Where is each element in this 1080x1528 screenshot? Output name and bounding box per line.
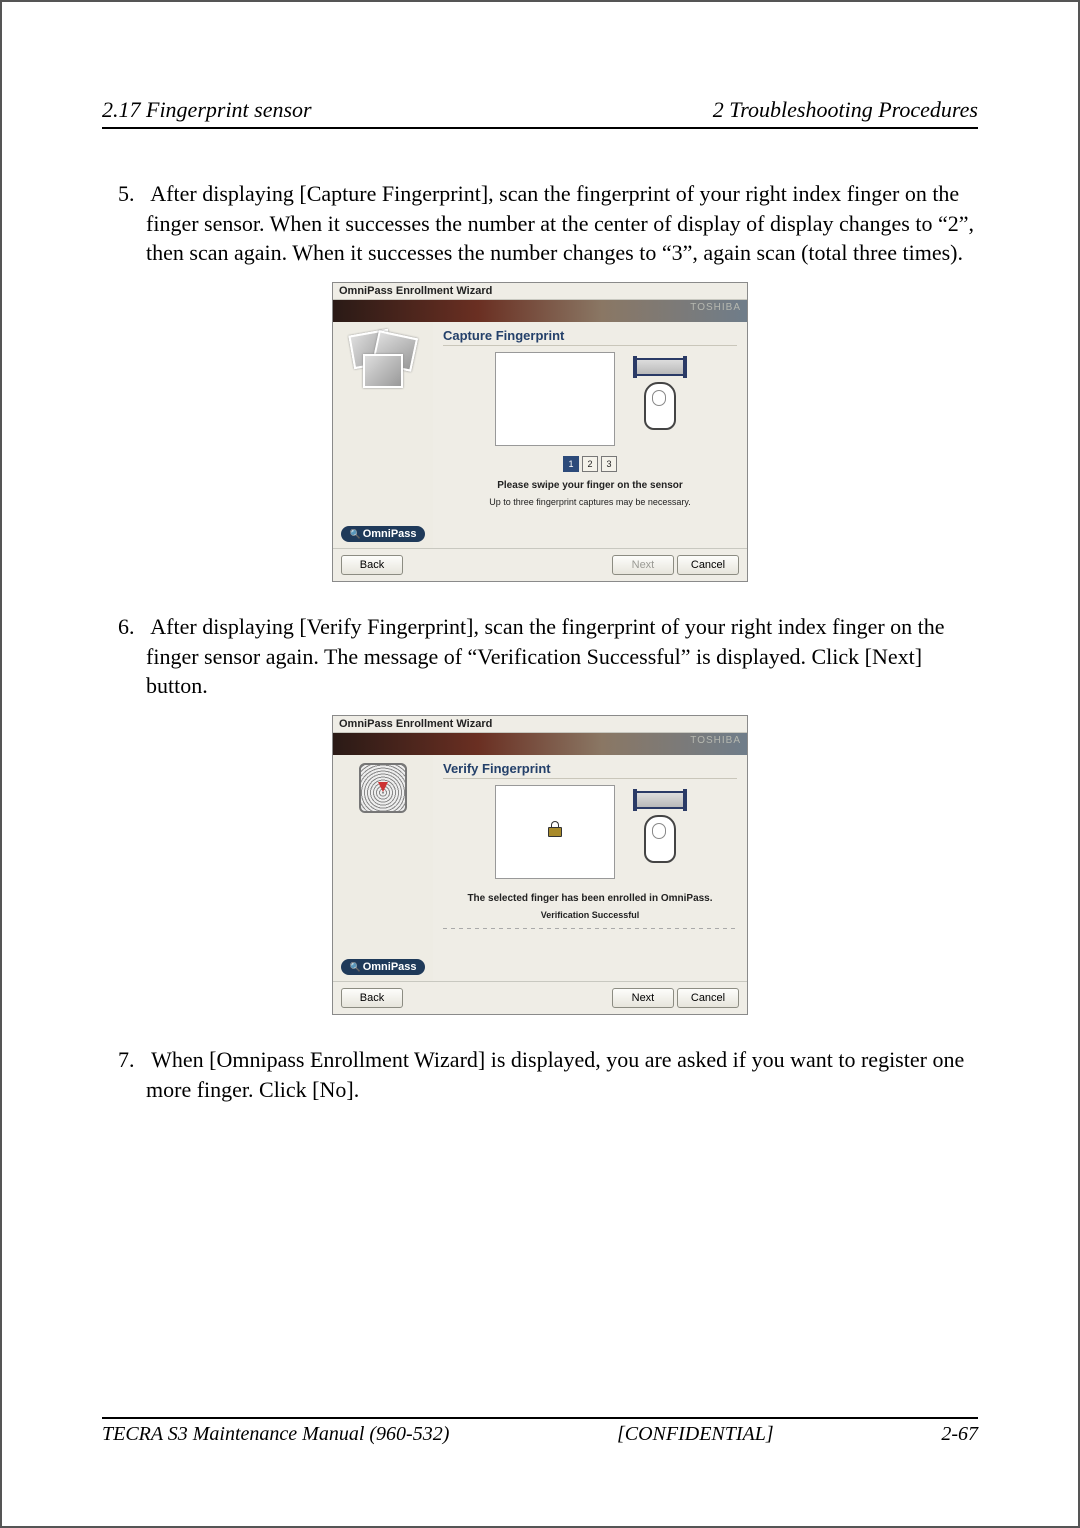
page-header: 2.17 Fingerprint sensor 2 Troubleshootin… bbox=[102, 97, 978, 129]
counter-3: 3 bbox=[601, 456, 617, 472]
header-chapter: 2 Troubleshooting Procedures bbox=[713, 97, 978, 123]
fingerprint-preview bbox=[495, 352, 615, 446]
wizard-main: Capture Fingerprint 1 2 3 Plea bbox=[433, 322, 747, 548]
wizard-window: OmniPass Enrollment Wizard TOSHIBA OmniP… bbox=[332, 715, 748, 1015]
finger-icon bbox=[644, 382, 676, 430]
wizard-message: Please swipe your finger on the sensor bbox=[443, 480, 737, 491]
window-title: OmniPass Enrollment Wizard bbox=[333, 716, 747, 733]
step-text: When [Omnipass Enrollment Wizard] is dis… bbox=[146, 1047, 964, 1102]
omnipass-badge: OmniPass bbox=[341, 959, 424, 975]
capture-counter: 1 2 3 bbox=[443, 456, 737, 472]
step-number: 5. bbox=[118, 179, 146, 209]
wizard-subtext: Verification Successful bbox=[443, 910, 737, 920]
omnipass-badge: OmniPass bbox=[341, 526, 424, 542]
counter-2: 2 bbox=[582, 456, 598, 472]
wizard-heading: Verify Fingerprint bbox=[443, 761, 737, 776]
wizard-window: OmniPass Enrollment Wizard TOSHIBA OmniP… bbox=[332, 282, 748, 582]
wizard-footer: Back Next Cancel bbox=[333, 981, 747, 1014]
sensor-icon bbox=[635, 791, 685, 809]
next-button[interactable]: Next bbox=[612, 988, 674, 1008]
wizard-sidebar: OmniPass bbox=[333, 755, 433, 981]
footer-manual: TECRA S3 Maintenance Manual (960-532) bbox=[102, 1423, 449, 1446]
cancel-button[interactable]: Cancel bbox=[677, 555, 739, 575]
wizard-verify-screenshot: OmniPass Enrollment Wizard TOSHIBA OmniP… bbox=[102, 715, 978, 1015]
step-6: 6. After displaying [Verify Fingerprint]… bbox=[102, 612, 978, 701]
footer-confidential: [CONFIDENTIAL] bbox=[617, 1423, 774, 1446]
step-number: 6. bbox=[118, 612, 146, 642]
window-title: OmniPass Enrollment Wizard bbox=[333, 283, 747, 300]
wizard-message: The selected finger has been enrolled in… bbox=[443, 893, 737, 904]
wizard-capture-screenshot: OmniPass Enrollment Wizard TOSHIBA OmniP… bbox=[102, 282, 978, 582]
footer-page-number: 2-67 bbox=[941, 1423, 978, 1446]
wizard-body: OmniPass Capture Fingerprint 1 2 bbox=[333, 322, 747, 548]
manual-page: 2.17 Fingerprint sensor 2 Troubleshootin… bbox=[0, 0, 1080, 1528]
step-5: 5. After displaying [Capture Fingerprint… bbox=[102, 179, 978, 268]
step-text: After displaying [Capture Fingerprint], … bbox=[146, 181, 974, 265]
wizard-sidebar: OmniPass bbox=[333, 322, 433, 548]
back-button[interactable]: Back bbox=[341, 988, 403, 1008]
step-text: After displaying [Verify Fingerprint], s… bbox=[146, 614, 945, 698]
fingerprint-arrow-icon bbox=[359, 763, 407, 813]
wizard-subtext: Up to three fingerprint captures may be … bbox=[443, 497, 737, 507]
next-button[interactable]: Next bbox=[612, 555, 674, 575]
wizard-heading: Capture Fingerprint bbox=[443, 328, 737, 343]
fingerprint-preview bbox=[495, 785, 615, 879]
wizard-body: OmniPass Verify Fingerprint The bbox=[333, 755, 747, 981]
page-footer: TECRA S3 Maintenance Manual (960-532) [C… bbox=[102, 1417, 978, 1446]
counter-1: 1 bbox=[563, 456, 579, 472]
brand-banner: TOSHIBA bbox=[333, 733, 747, 755]
lock-icon bbox=[548, 827, 562, 837]
cancel-button[interactable]: Cancel bbox=[677, 988, 739, 1008]
sensor-icon bbox=[635, 358, 685, 376]
brand-banner: TOSHIBA bbox=[333, 300, 747, 322]
wizard-main: Verify Fingerprint The selected finger h… bbox=[433, 755, 747, 981]
header-section: 2.17 Fingerprint sensor bbox=[102, 97, 312, 123]
step-number: 7. bbox=[118, 1045, 146, 1075]
back-button[interactable]: Back bbox=[341, 555, 403, 575]
photos-icon bbox=[349, 330, 417, 386]
finger-icon bbox=[644, 815, 676, 863]
step-7: 7. When [Omnipass Enrollment Wizard] is … bbox=[102, 1045, 978, 1104]
wizard-footer: Back Next Cancel bbox=[333, 548, 747, 581]
